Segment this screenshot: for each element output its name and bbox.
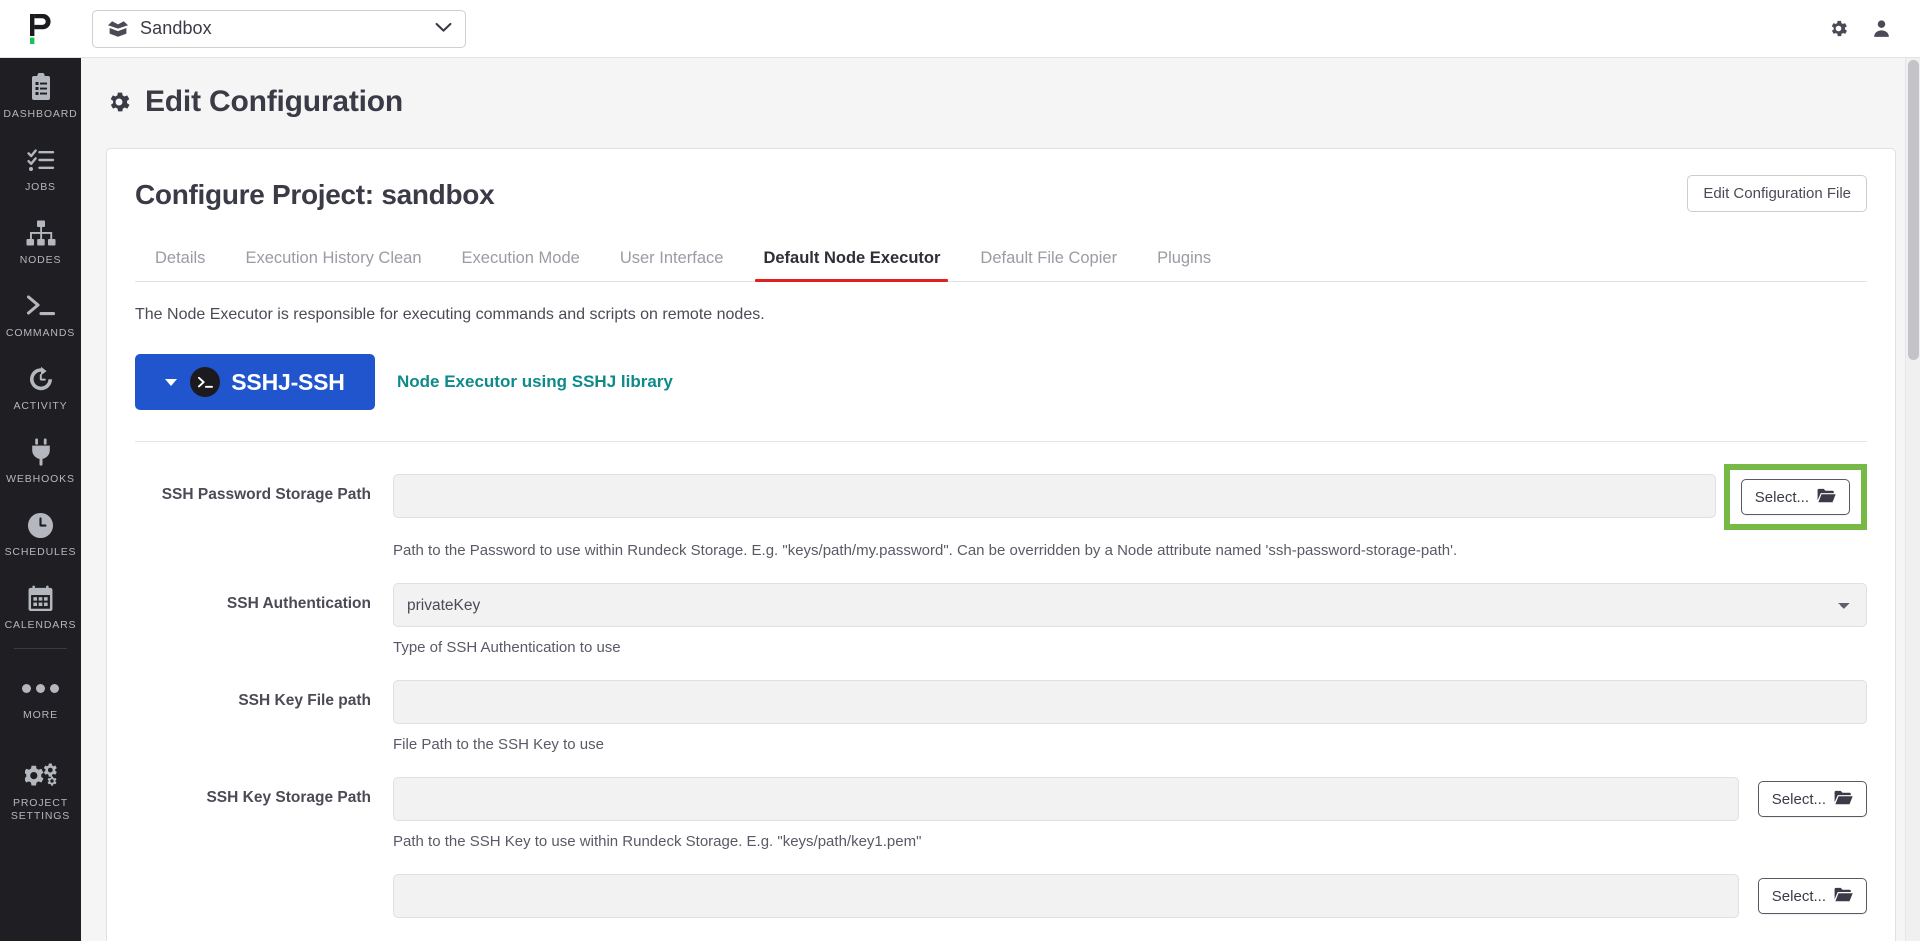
- configuration-card: Configure Project: sandbox Edit Configur…: [106, 148, 1896, 941]
- box-open-icon: [107, 20, 129, 38]
- sidebar-item-schedules[interactable]: SCHEDULES: [0, 496, 81, 569]
- sidebar-item-label: DASHBOARD: [3, 108, 78, 120]
- field-help-text: Type of SSH Authentication to use: [393, 639, 621, 656]
- terminal-icon: [190, 367, 221, 397]
- card-title: Configure Project: sandbox: [135, 179, 495, 210]
- tab-plugins[interactable]: Plugins: [1137, 240, 1231, 281]
- rundeck-p-logo-icon: [28, 13, 54, 45]
- config-tabs: Details Execution History Clean Executio…: [135, 240, 1867, 282]
- select-button-label: Select...: [1754, 488, 1809, 506]
- sidebar-item-webhooks[interactable]: WEBHOOKS: [0, 423, 81, 496]
- sidebar-item-activity[interactable]: ACTIVITY: [0, 350, 81, 423]
- form-row-ssh-password-storage-path: SSH Password Storage Path Select... Path…: [135, 464, 1867, 561]
- tab-execution-mode[interactable]: Execution Mode: [442, 240, 600, 281]
- checklist-icon: [26, 144, 55, 176]
- gears-icon: [24, 760, 57, 792]
- sidebar-item-label: CALENDARS: [4, 619, 77, 631]
- sidebar-item-more[interactable]: MORE: [0, 653, 81, 732]
- next-field-input[interactable]: [393, 874, 1739, 918]
- field-help-text: File Path to the SSH Key to use: [393, 736, 604, 753]
- tab-details[interactable]: Details: [135, 240, 225, 281]
- sidebar-item-label: JOBS: [25, 181, 56, 193]
- caret-down-icon: [165, 378, 178, 386]
- clipboard-list-icon: [28, 71, 54, 103]
- plugin-header-row: SSHJ-SSH Node Executor using SSHJ librar…: [135, 354, 1867, 410]
- tab-default-file-copier[interactable]: Default File Copier: [960, 240, 1137, 281]
- plugin-config-form: SSH Password Storage Path Select... Path…: [135, 442, 1867, 918]
- sidebar-item-label: WEBHOOKS: [6, 473, 75, 485]
- ssh-authentication-select[interactable]: privateKey password: [393, 583, 1867, 627]
- folder-open-icon: [1834, 887, 1853, 906]
- field-label: SSH Password Storage Path: [161, 486, 371, 503]
- section-description: The Node Executor is responsible for exe…: [135, 306, 765, 323]
- page-title-text: Edit Configuration: [145, 85, 404, 118]
- gear-icon[interactable]: [1828, 18, 1849, 39]
- field-label: SSH Key File path: [238, 692, 371, 709]
- tab-execution-history-clean[interactable]: Execution History Clean: [225, 240, 441, 281]
- field-help-text: Path to the Password to use within Runde…: [393, 542, 1458, 559]
- history-clock-icon: [27, 363, 55, 395]
- form-row-ssh-key-storage-path: SSH Key Storage Path Select... Path to t…: [135, 777, 1867, 852]
- folder-open-icon: [1834, 790, 1853, 809]
- tab-user-interface[interactable]: User Interface: [600, 240, 744, 281]
- folder-open-icon: [1817, 488, 1836, 507]
- sidebar-item-label: COMMANDS: [5, 327, 76, 339]
- ssh-password-storage-path-select-button[interactable]: Select...: [1740, 479, 1850, 515]
- form-row-ssh-authentication: SSH Authentication privateKey password T…: [135, 583, 1867, 658]
- sidebar-item-label: ACTIVITY: [13, 400, 68, 412]
- project-selector[interactable]: Sandbox: [92, 9, 466, 48]
- sidebar-item-label: PROJECT SETTINGS: [10, 797, 71, 822]
- scrollbar-thumb[interactable]: [1908, 60, 1919, 360]
- rundeck-logo[interactable]: [0, 0, 81, 58]
- plug-icon: [29, 436, 53, 468]
- gear-icon: [106, 89, 132, 115]
- field-label: SSH Key Storage Path: [206, 789, 371, 806]
- ellipsis-icon: [22, 672, 59, 704]
- select-button-highlight: Select...: [1723, 464, 1867, 530]
- plugin-selector-button[interactable]: SSHJ-SSH: [135, 354, 375, 410]
- sidebar-item-dashboard[interactable]: DASHBOARD: [0, 58, 81, 131]
- terminal-prompt-icon: [26, 290, 56, 322]
- select-button-label: Select...: [1771, 887, 1826, 905]
- plugin-name: SSHJ-SSH: [231, 368, 345, 395]
- calendar-icon: [27, 582, 54, 614]
- next-field-select-button[interactable]: Select...: [1757, 878, 1867, 914]
- edit-configuration-file-button[interactable]: Edit Configuration File: [1687, 175, 1867, 212]
- sitemap-icon: [26, 217, 56, 249]
- ssh-password-storage-path-input[interactable]: [393, 474, 1716, 518]
- sidebar-item-label: MORE: [23, 709, 58, 721]
- sidebar-item-commands[interactable]: COMMANDS: [0, 277, 81, 350]
- form-row-next-partial: Select...: [135, 874, 1867, 918]
- card-header: Configure Project: sandbox Edit Configur…: [135, 175, 1867, 212]
- top-bar: Sandbox: [0, 0, 1920, 58]
- select-button-label: Select...: [1771, 790, 1826, 808]
- user-icon[interactable]: [1871, 18, 1892, 39]
- tab-default-node-executor[interactable]: Default Node Executor: [743, 240, 960, 282]
- clock-icon: [27, 509, 54, 541]
- top-bar-actions: [1828, 18, 1920, 39]
- ssh-key-file-path-input[interactable]: [393, 680, 1867, 724]
- page-title: Edit Configuration: [106, 85, 1920, 119]
- form-row-ssh-key-file-path: SSH Key File path File Path to the SSH K…: [135, 680, 1867, 755]
- project-name: Sandbox: [140, 18, 212, 38]
- sidebar-item-jobs[interactable]: JOBS: [0, 131, 81, 204]
- sidebar-item-project-settings[interactable]: PROJECT SETTINGS: [0, 732, 81, 833]
- sidebar-item-label: SCHEDULES: [4, 546, 77, 558]
- sidebar-item-calendars[interactable]: CALENDARS: [0, 569, 81, 642]
- ssh-key-storage-path-select-button[interactable]: Select...: [1757, 781, 1867, 817]
- sidebar-item-nodes[interactable]: NODES: [0, 204, 81, 277]
- sidebar-divider: [14, 648, 67, 649]
- plugin-description-link[interactable]: Node Executor using SSHJ library: [397, 372, 673, 392]
- page-scrollbar[interactable]: [1905, 58, 1920, 941]
- field-label: [135, 874, 393, 885]
- main-content: Edit Configuration Configure Project: sa…: [81, 58, 1920, 941]
- field-help-text: Path to the SSH Key to use within Rundec…: [393, 833, 922, 850]
- field-label: SSH Authentication: [226, 595, 371, 612]
- sidebar-nav: DASHBOARD JOBS NODES COMMANDS ACTIVITY W…: [0, 58, 81, 941]
- sidebar-item-label: NODES: [19, 254, 62, 266]
- ssh-key-storage-path-input[interactable]: [393, 777, 1739, 821]
- chevron-down-icon[interactable]: [435, 20, 452, 38]
